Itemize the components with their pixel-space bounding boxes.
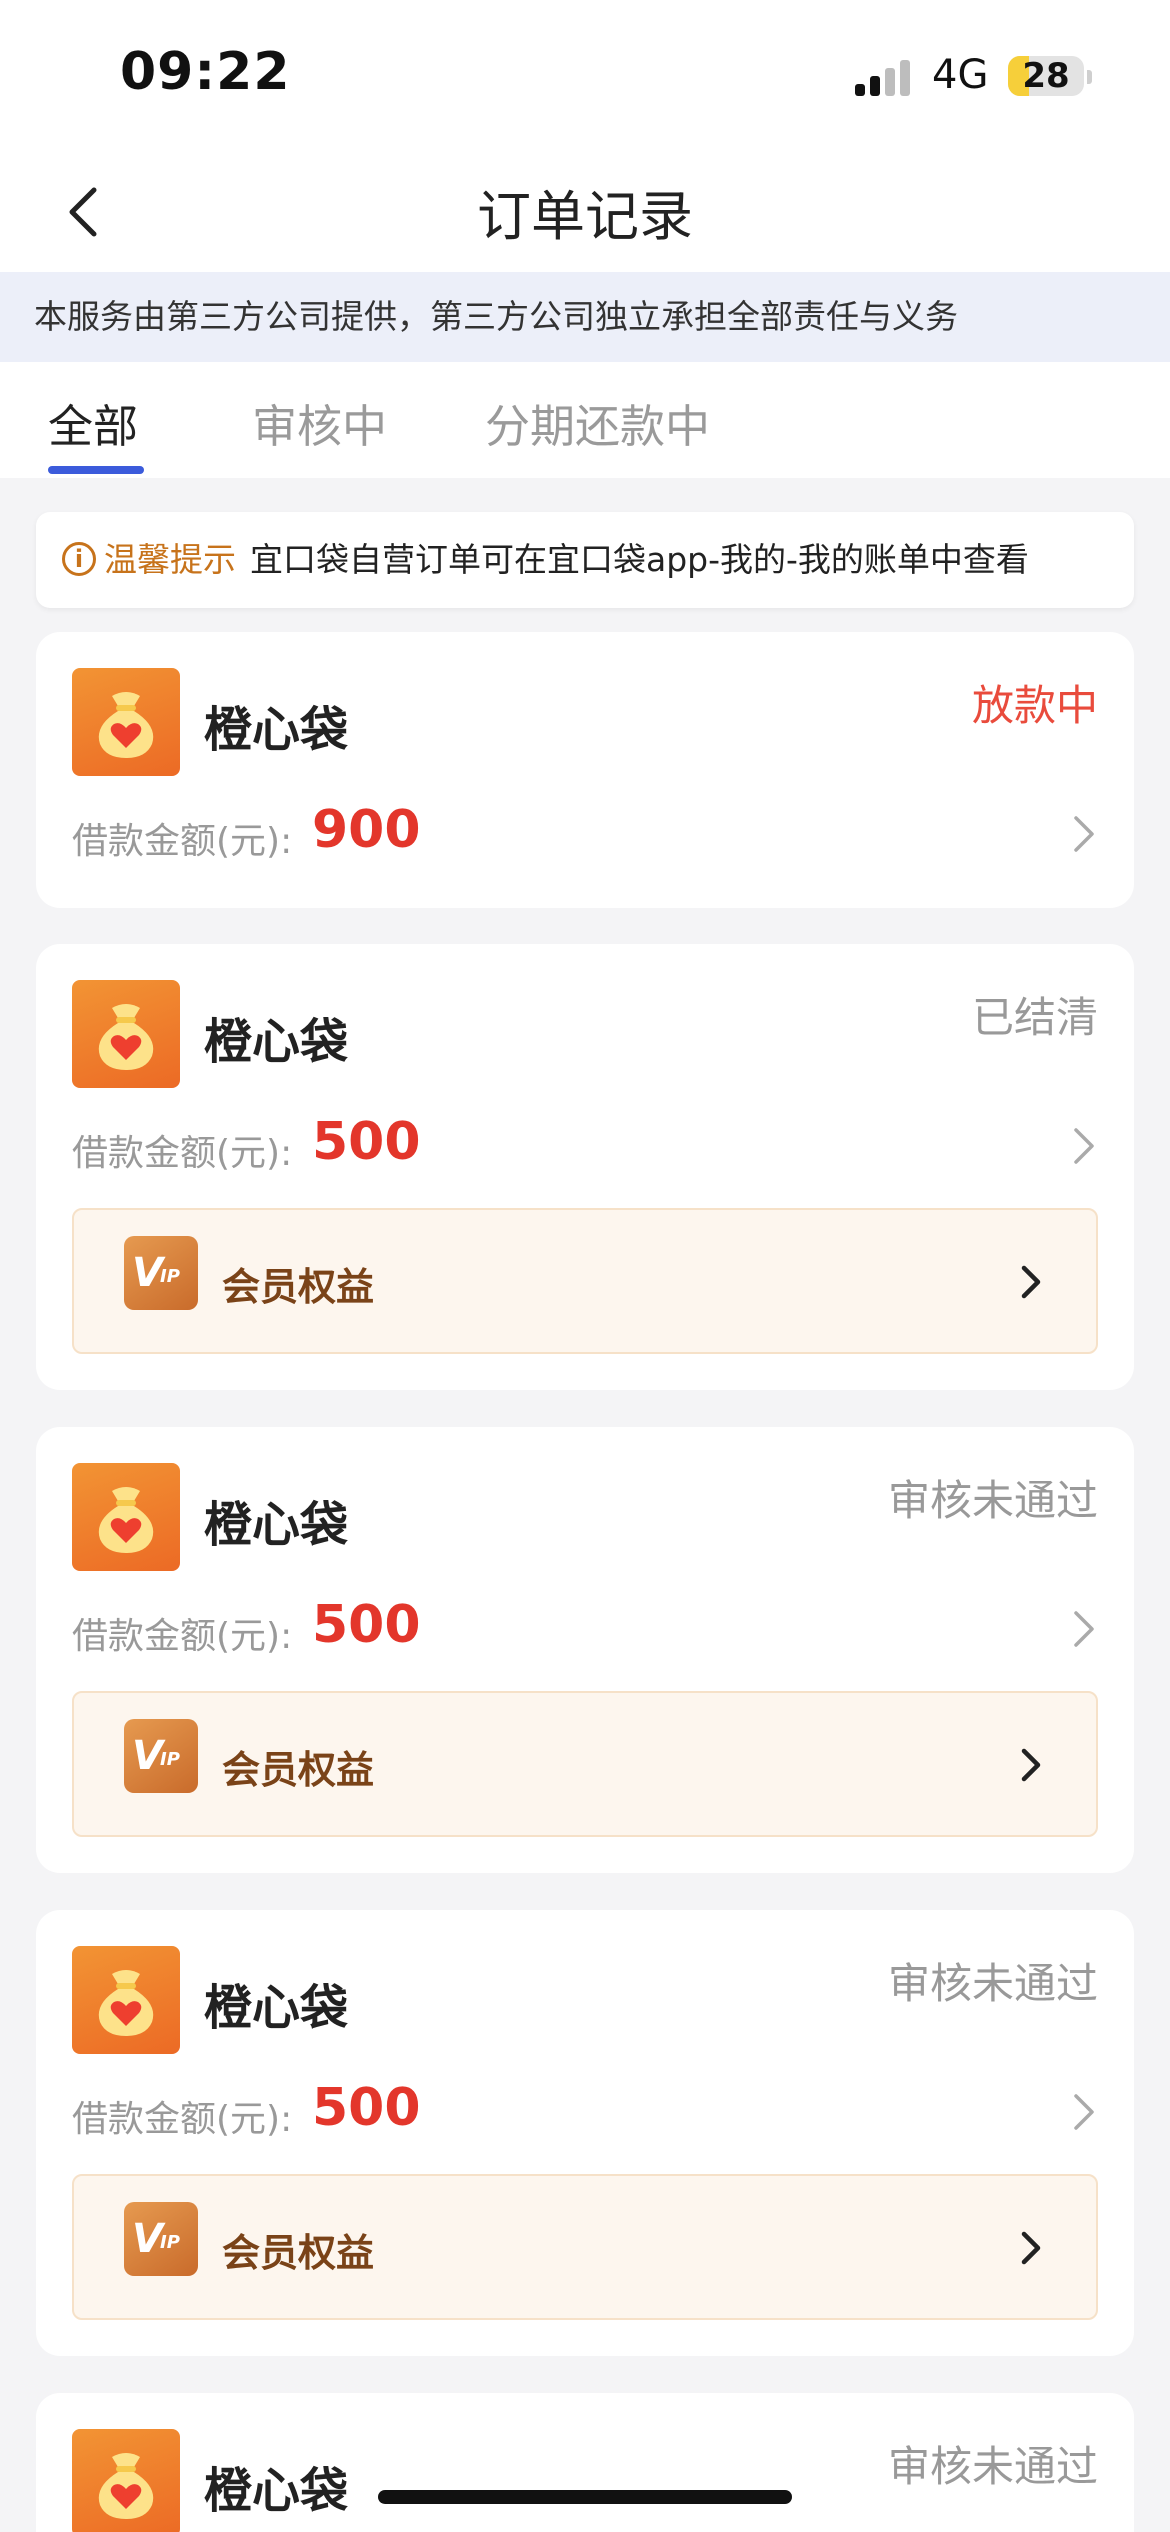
- vip-benefits-row[interactable]: V IP 会员权益: [72, 1691, 1098, 1837]
- amount-label: 借款金额(元):: [72, 1616, 293, 1657]
- amount-label: 借款金额(元):: [72, 821, 293, 862]
- chevron-right-icon[interactable]: [1064, 1124, 1104, 1168]
- money-bag-icon: [72, 1463, 180, 1571]
- tab-bar: 全部 审核中 分期还款中: [0, 362, 1170, 478]
- home-indicator: [378, 2490, 792, 2504]
- third-party-notice: 本服务由第三方公司提供，第三方公司独立承担全部责任与义务: [0, 272, 1170, 362]
- order-card[interactable]: 橙心袋 放款中借款金额(元): 900: [36, 632, 1134, 908]
- battery-icon: 28: [1008, 56, 1084, 96]
- order-status: 放款中: [971, 681, 1098, 730]
- chevron-right-icon[interactable]: [1016, 1262, 1046, 1302]
- chevron-right-icon[interactable]: [1016, 2228, 1046, 2268]
- product-name: 橙心袋: [204, 2463, 349, 2519]
- order-card[interactable]: 橙心袋 审核未通过: [36, 2393, 1134, 2532]
- money-bag-icon: [72, 980, 180, 1088]
- order-status: 审核未通过: [887, 1476, 1098, 1525]
- tab-installment[interactable]: 分期还款中: [485, 390, 710, 455]
- product-name: 橙心袋: [204, 1980, 349, 2036]
- vip-icon: V IP: [124, 1719, 198, 1793]
- loan-amount: 500: [312, 1595, 421, 1655]
- chevron-right-icon[interactable]: [1016, 1745, 1046, 1785]
- chevron-right-icon[interactable]: [1064, 812, 1104, 856]
- money-bag-icon: [72, 2429, 180, 2532]
- loan-amount: 500: [312, 1112, 421, 1172]
- money-bag-icon: [72, 668, 180, 776]
- vip-icon: V IP: [124, 1236, 198, 1310]
- chevron-right-icon[interactable]: [1064, 2090, 1104, 2134]
- product-name: 橙心袋: [204, 1014, 349, 1070]
- order-status: 已结清: [971, 993, 1098, 1042]
- nav-bar: 订单记录: [0, 150, 1170, 272]
- battery-tip: [1087, 70, 1092, 84]
- battery-level: 28: [1022, 56, 1070, 96]
- order-status: 审核未通过: [887, 1959, 1098, 2008]
- order-card[interactable]: 橙心袋 审核未通过借款金额(元): 500 V IP 会员权益: [36, 1910, 1134, 2356]
- signal-icon: [855, 58, 915, 96]
- chevron-right-icon[interactable]: [1064, 1607, 1104, 1651]
- tab-active-indicator: [48, 466, 144, 474]
- vip-label: 会员权益: [222, 1265, 375, 1309]
- amount-label: 借款金额(元):: [72, 1133, 293, 1174]
- tab-all[interactable]: 全部: [48, 390, 138, 455]
- vip-label: 会员权益: [222, 1748, 375, 1792]
- order-card[interactable]: 橙心袋 审核未通过借款金额(元): 500 V IP 会员权益: [36, 1427, 1134, 1873]
- tip-label: 温馨提示: [104, 540, 236, 579]
- product-name: 橙心袋: [204, 702, 349, 758]
- vip-label: 会员权益: [222, 2231, 375, 2275]
- tab-reviewing[interactable]: 审核中: [252, 390, 387, 455]
- vip-benefits-row[interactable]: V IP 会员权益: [72, 2174, 1098, 2320]
- vip-icon: V IP: [124, 2202, 198, 2276]
- order-card[interactable]: 橙心袋 已结清借款金额(元): 500 V IP 会员权益: [36, 944, 1134, 1390]
- order-status: 审核未通过: [887, 2442, 1098, 2491]
- warm-tip-banner: i 温馨提示 宜口袋自营订单可在宜口袋app-我的-我的账单中查看: [36, 512, 1134, 608]
- product-name: 橙心袋: [204, 1497, 349, 1553]
- tip-text: 宜口袋自营订单可在宜口袋app-我的-我的账单中查看: [250, 540, 1029, 579]
- loan-amount: 900: [312, 800, 421, 860]
- info-icon: i: [62, 541, 96, 576]
- status-bar: 09:22 4G 28: [0, 0, 1170, 150]
- vip-benefits-row[interactable]: V IP 会员权益: [72, 1208, 1098, 1354]
- loan-amount: 500: [312, 2078, 421, 2138]
- amount-label: 借款金额(元):: [72, 2099, 293, 2140]
- page-title: 订单记录: [477, 185, 693, 248]
- network-type: 4G: [932, 52, 989, 98]
- money-bag-icon: [72, 1946, 180, 2054]
- status-time: 09:22: [120, 42, 291, 102]
